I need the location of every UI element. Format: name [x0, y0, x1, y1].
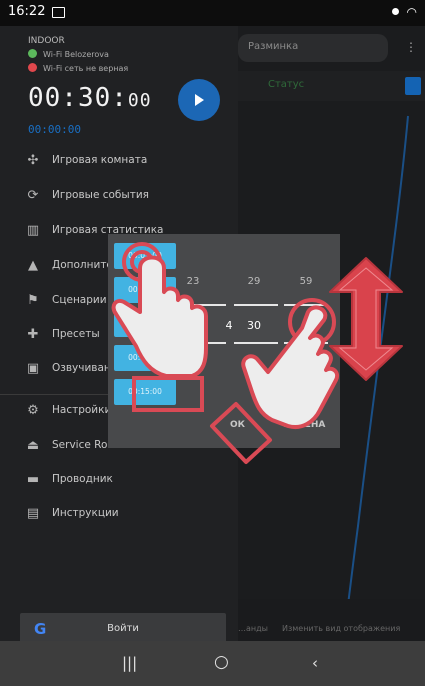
menu-item-label: Инструкции — [52, 507, 119, 519]
bottom-commands-label[interactable]: …анды — [238, 624, 268, 633]
overflow-menu-icon[interactable]: ⋮ — [405, 40, 417, 54]
change-view-label[interactable]: Изменить вид отображения — [282, 624, 400, 633]
minutes-divider-top — [234, 304, 278, 306]
wifi-ok-icon — [28, 49, 37, 58]
side-panel-toggle-icon[interactable] — [405, 77, 421, 95]
preset-chip-label: 00:10:00 — [128, 353, 162, 362]
menu-item-instructions[interactable]: ▤ Инструкции — [0, 498, 238, 532]
tablet-screen: 16:22 ◠ Разминка ⋮ Статус …анды Изменить… — [0, 0, 425, 686]
system-navigation-bar: ||| ○ ‹ — [0, 641, 425, 686]
book-icon: ▤ — [26, 506, 40, 521]
back-icon[interactable]: ‹ — [312, 654, 318, 672]
minutes-prev-value[interactable]: 29 — [239, 276, 269, 287]
flag-icon: ⚑ — [27, 293, 39, 308]
minutes-divider-bottom — [234, 342, 278, 344]
status-time: 16:22 — [8, 4, 46, 19]
preset-chip[interactable]: 00:05:00 — [114, 277, 176, 303]
bar-chart-icon: ▥ — [26, 223, 40, 238]
preset-chip-label: 00:01:00 — [128, 251, 162, 260]
wifi-ok-label: Wi-Fi Belozerova — [43, 50, 109, 59]
menu-item-game-events[interactable]: ⟳ Игровые события — [0, 180, 238, 214]
wifi-bad-label: Wi-Fi сеть не верная — [43, 64, 129, 73]
minutes-current-value[interactable]: 30 — [239, 319, 269, 332]
seconds-prev-value[interactable]: 59 — [291, 276, 321, 287]
preset-chip-label: 00:05:00 — [128, 285, 162, 294]
wifi-bad-icon — [28, 63, 37, 72]
menu-item-file-explorer[interactable]: ▬ Проводник — [0, 464, 238, 498]
timer-seconds: 00 — [127, 90, 152, 111]
hours-current-value[interactable]: 0 — [187, 319, 217, 332]
recent-apps-icon[interactable]: ||| — [122, 654, 137, 672]
status-bar: 16:22 ◠ — [0, 0, 425, 26]
timer-icon: ⟳ — [27, 188, 39, 203]
preset-chip[interactable]: 00:07:00 — [114, 311, 176, 337]
wifi-status-icon: ◠ — [406, 5, 417, 19]
menu-item-label: Игровая комната — [52, 154, 148, 166]
preset-chip[interactable]: 00:15:00 — [114, 379, 176, 405]
menu-item-game-room[interactable]: ✣ Игровая комната — [0, 145, 238, 179]
hours-prev-value[interactable]: 23 — [178, 276, 208, 287]
timer-main: 00:30: — [28, 83, 128, 113]
status-tab[interactable]: Статус — [268, 79, 304, 90]
menu-item-label: Сценарии — [52, 294, 107, 306]
cancel-button[interactable]: ОТМЕНА — [282, 420, 325, 430]
menu-item-label: Проводник — [52, 473, 113, 485]
connection-mode: INDOOR — [28, 36, 65, 46]
eject-icon: ⏏ — [26, 438, 40, 453]
hours-divider-top — [182, 304, 226, 306]
seconds-divider-bottom — [284, 342, 328, 344]
scenario-title: Разминка — [248, 41, 299, 52]
seconds-current-value[interactable]: 0 — [291, 319, 321, 332]
addons-icon: ▲ — [28, 258, 38, 273]
puzzle-icon: ✚ — [27, 327, 39, 342]
seconds-divider-top — [284, 304, 328, 306]
folder-icon: ▬ — [26, 472, 40, 487]
preset-chip-label: 00:15:00 — [128, 387, 162, 396]
login-label: Войти — [107, 623, 139, 634]
audio-library-icon: ▣ — [26, 361, 40, 376]
home-icon[interactable]: ○ — [214, 652, 229, 672]
menu-item-label: Настройки — [52, 404, 112, 416]
menu-item-label: Игровые события — [52, 189, 149, 201]
gear-icon: ⚙ — [27, 403, 39, 418]
preset-chip[interactable]: 00:10:00 — [114, 345, 176, 371]
gallery-notification-icon — [52, 7, 65, 18]
play-button[interactable] — [178, 79, 220, 121]
location-icon — [392, 8, 399, 15]
hours-divider-bottom — [182, 342, 226, 344]
play-icon — [195, 94, 204, 106]
scenario-header[interactable]: Разминка — [238, 34, 388, 62]
preset-chip-label: 00:07:00 — [128, 319, 162, 328]
wifi-bad-row: Wi-Fi сеть не верная — [28, 63, 128, 73]
background-bottom-bar: …анды Изменить вид отображения — [238, 599, 425, 641]
ok-button[interactable]: ОК — [230, 420, 245, 430]
background-tab-row: Статус — [238, 71, 425, 101]
wifi-ok-row: Wi-Fi Belozerova — [28, 49, 109, 59]
game-timer[interactable]: 00:30:00 — [28, 83, 152, 113]
elapsed-timer: 00:00:00 — [28, 123, 81, 136]
gamepad-icon: ✣ — [27, 153, 39, 168]
preset-chip[interactable]: 00:01:00 — [114, 243, 176, 269]
menu-item-label: Пресеты — [52, 328, 100, 340]
